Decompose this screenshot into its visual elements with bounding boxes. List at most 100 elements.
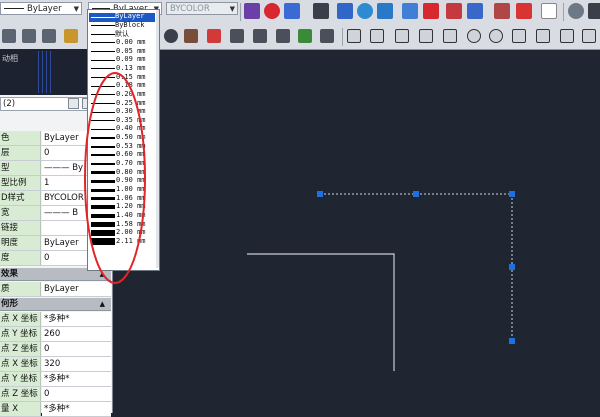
xy-icon[interactable]: [467, 3, 483, 19]
drawing-canvas[interactable]: [160, 49, 600, 413]
properties-icon[interactable]: [284, 3, 300, 19]
line-sample-icon: [91, 77, 115, 79]
mirror-icon[interactable]: [184, 29, 198, 43]
line-sample-icon: [91, 163, 115, 166]
property-row[interactable]: 点 Z 坐标 0: [0, 342, 111, 357]
lineweight-label: 1.40 mm: [116, 210, 146, 219]
fillet-icon[interactable]: [207, 29, 221, 43]
list-icon[interactable]: [313, 3, 329, 19]
dim-ordinate-icon[interactable]: [419, 29, 433, 43]
property-label: 点 X 坐标: [0, 357, 41, 371]
property-label: 点 Y 坐标: [0, 372, 41, 386]
line-sample-icon: [91, 171, 115, 175]
line-sample-icon: [91, 230, 115, 237]
selection-count: (2): [3, 99, 16, 109]
property-value[interactable]: 260: [42, 327, 111, 341]
lineweight-label: 0.50 mm: [116, 133, 146, 142]
lineweight-dropdown[interactable]: ByLayer ByBlock 默认 0.00 mm 0.05 mm 0.09 mm 0.1…: [87, 9, 160, 271]
chevron-down-icon: ▼: [229, 5, 235, 13]
open-icon[interactable]: [2, 29, 16, 43]
grip-end[interactable]: [509, 338, 515, 344]
quick-select-icon[interactable]: [68, 98, 79, 109]
property-row[interactable]: 质 ByLayer: [0, 282, 111, 297]
layer-icon[interactable]: [446, 3, 462, 19]
grip-mid-vertical[interactable]: [509, 264, 515, 270]
print-icon[interactable]: [42, 29, 56, 43]
layer-combo[interactable]: ByLayer ▼: [0, 2, 82, 15]
property-value[interactable]: *多种*: [42, 372, 111, 386]
replace-icon[interactable]: [377, 3, 393, 19]
join-icon[interactable]: [298, 29, 312, 43]
line-sample-icon: [91, 68, 115, 70]
property-label: 度: [0, 251, 41, 265]
pencil-icon[interactable]: [64, 29, 78, 43]
property-value[interactable]: 320: [42, 357, 111, 371]
property-label: 点 Z 坐标: [0, 342, 41, 356]
grip-mid-horizontal[interactable]: [413, 191, 419, 197]
grip-corner[interactable]: [509, 191, 515, 197]
property-value[interactable]: *多种*: [42, 402, 111, 416]
find-icon[interactable]: [357, 3, 373, 19]
dim-aligned-icon[interactable]: [370, 29, 384, 43]
property-row[interactable]: 点 X 坐标 320: [0, 357, 111, 372]
more-icon[interactable]: [588, 3, 600, 19]
selected-polyline[interactable]: [320, 193, 513, 341]
rotate-icon[interactable]: [164, 29, 178, 43]
property-row[interactable]: 点 X 坐标 *多种*: [0, 312, 111, 327]
layer-combo-value: ByLayer: [27, 4, 62, 14]
property-value[interactable]: *多种*: [42, 312, 111, 326]
property-row[interactable]: 点 Z 坐标 0: [0, 387, 111, 402]
lineweight-label: 1.00 mm: [116, 185, 146, 193]
color-combo[interactable]: BYCOLOR ▼: [166, 2, 238, 15]
scale-icon[interactable]: [402, 3, 418, 19]
dim-angular-icon[interactable]: [512, 29, 526, 43]
explode-icon[interactable]: [320, 29, 334, 43]
lineweight-label: 0.00 mm: [116, 37, 146, 46]
layout-strip-label: 动相: [2, 54, 18, 63]
polyline-l-shape[interactable]: [247, 253, 395, 371]
property-row[interactable]: 量 X *多种*: [0, 402, 111, 417]
property-value[interactable]: 0: [42, 387, 111, 401]
property-label: 点 Y 坐标: [0, 327, 41, 341]
table-icon[interactable]: [244, 3, 260, 19]
property-label: D样式: [0, 191, 41, 205]
section-geometry[interactable]: 何形 ▲: [0, 298, 111, 311]
lineweight-label: 1.58 mm: [116, 219, 146, 228]
save-icon[interactable]: [22, 29, 36, 43]
break-icon[interactable]: [276, 29, 290, 43]
line-sample-icon: [91, 197, 115, 201]
dim-arc-icon[interactable]: [395, 29, 409, 43]
dim-continue-icon[interactable]: [560, 29, 574, 43]
lineweight-option[interactable]: 2.11 mm: [89, 237, 155, 247]
line-sample-icon: [91, 42, 115, 44]
checkbox-icon[interactable]: [541, 3, 557, 19]
dim-radius-icon[interactable]: [467, 29, 481, 43]
text-a2-icon[interactable]: [337, 3, 353, 19]
property-row[interactable]: 点 Y 坐标 260: [0, 327, 111, 342]
property-label: 型比例: [0, 176, 41, 190]
property-row[interactable]: 点 Y 坐标 *多种*: [0, 372, 111, 387]
dim-baseline-icon[interactable]: [536, 29, 550, 43]
line-sample-icon: [91, 51, 115, 53]
dim-linear-icon[interactable]: [347, 29, 361, 43]
trim-icon[interactable]: [230, 29, 244, 43]
grip-start[interactable]: [317, 191, 323, 197]
block-icon[interactable]: [494, 3, 510, 19]
dim-leader-icon[interactable]: [582, 29, 596, 43]
settings-icon[interactable]: [568, 3, 584, 19]
lineweight-label: 0.70 mm: [116, 159, 146, 168]
property-value[interactable]: ByLayer: [42, 282, 111, 296]
line-sample-icon: [91, 94, 115, 96]
dim-coord-icon[interactable]: [443, 29, 457, 43]
property-label: 点 Z 坐标: [0, 387, 41, 401]
erase-icon[interactable]: [423, 3, 439, 19]
extend-icon[interactable]: [253, 29, 267, 43]
tools-icon[interactable]: [516, 3, 532, 19]
line-sample-icon: [91, 16, 115, 18]
query-icon[interactable]: [264, 3, 280, 19]
line-sample-icon: [91, 145, 115, 148]
dim-diameter-icon[interactable]: [489, 29, 503, 43]
line-sample-icon: [91, 103, 115, 104]
property-value[interactable]: 0: [42, 342, 111, 356]
dropdown-scrollbar[interactable]: [156, 10, 159, 268]
